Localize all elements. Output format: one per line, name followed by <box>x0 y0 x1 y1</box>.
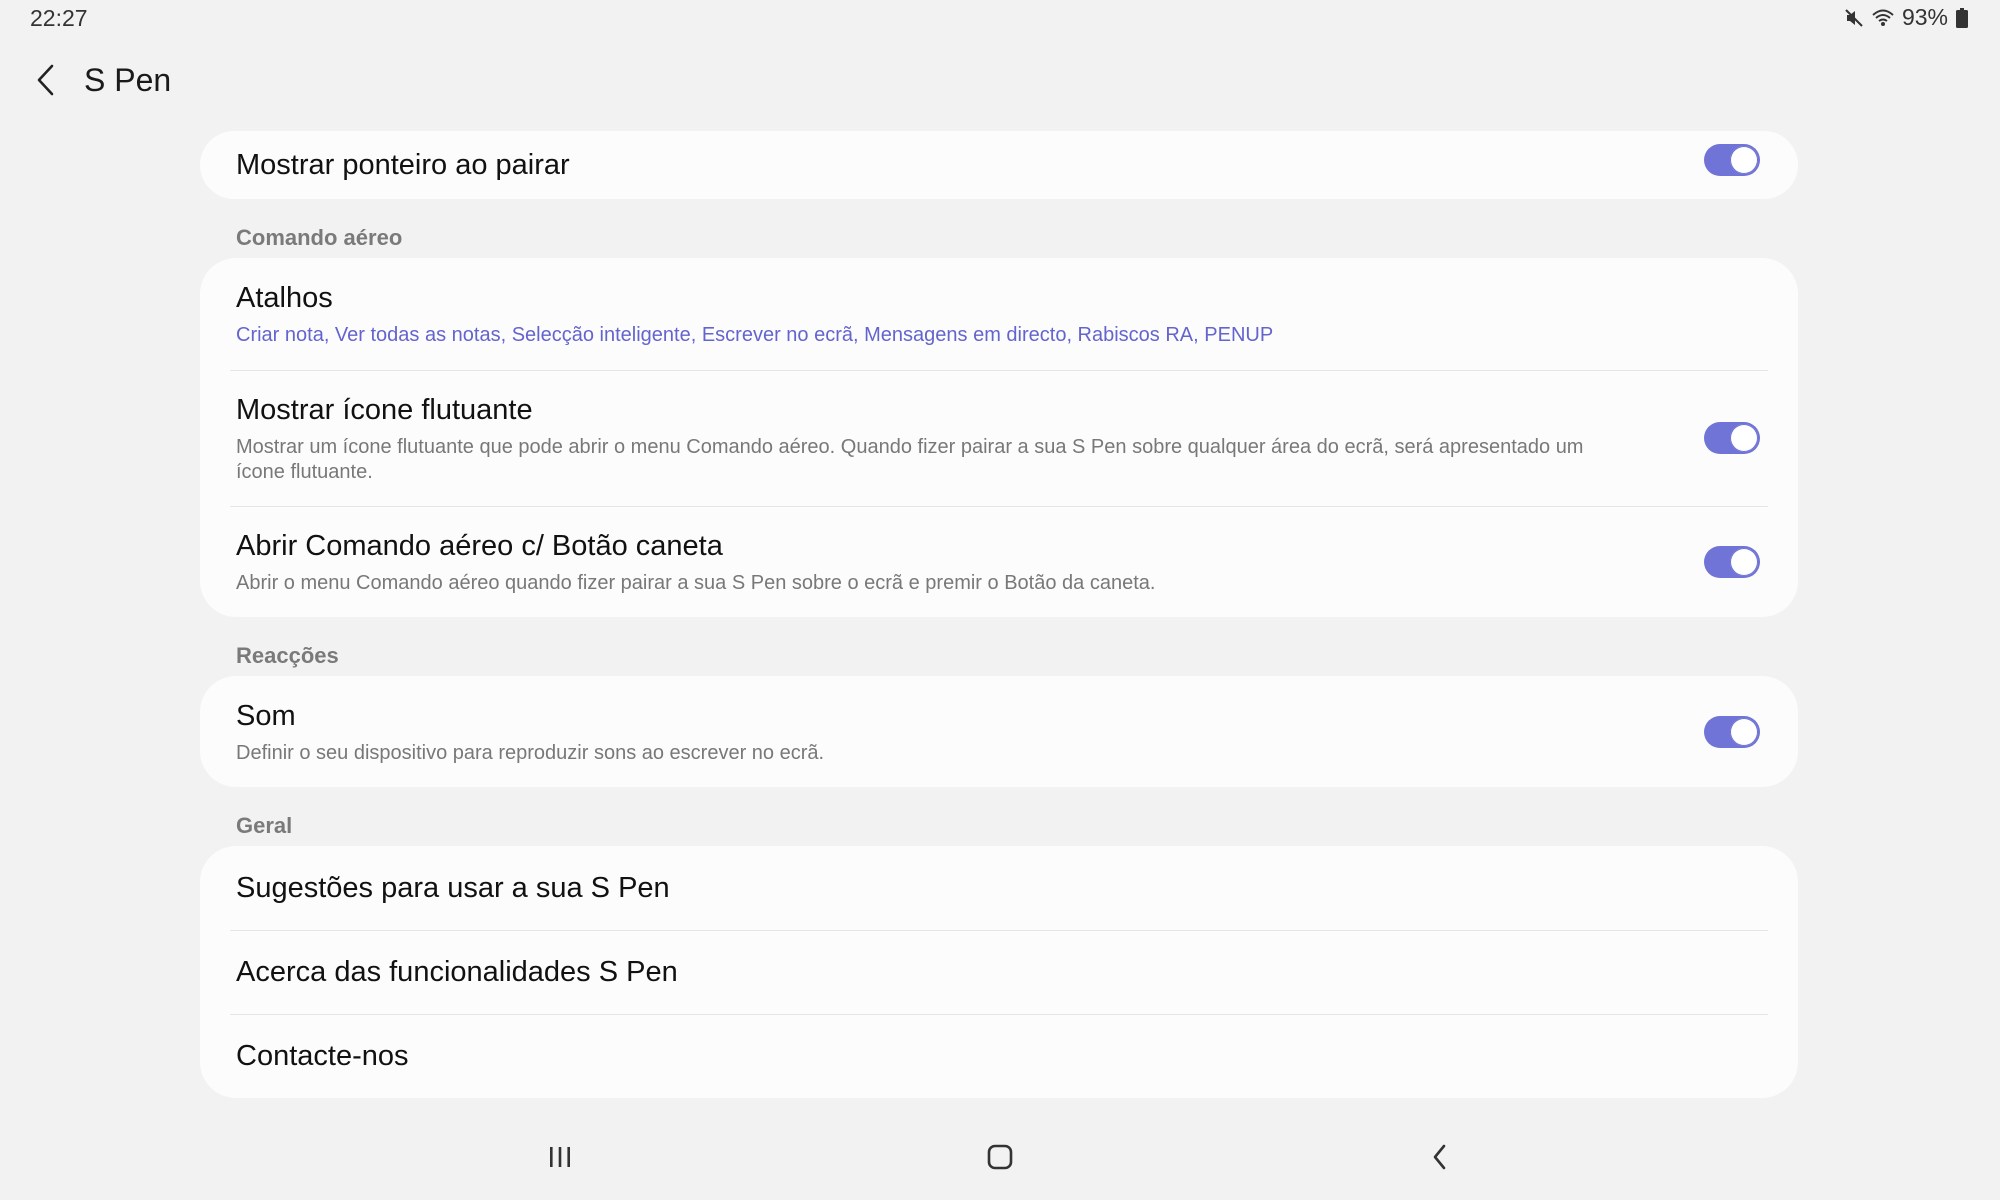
hover-pointer-row[interactable]: Mostrar ponteiro ao pairar <box>200 131 1798 199</box>
shortcuts-text: Atalhos Criar nota, Ver todas as notas, … <box>236 280 1760 348</box>
hover-pointer-toggle[interactable] <box>1704 144 1760 176</box>
section-header-air-command: Comando aéreo <box>236 225 403 250</box>
status-icons: 93% <box>1844 4 1968 31</box>
toggle-knob <box>1730 146 1758 174</box>
general-card: Sugestões para usar a sua S Pen Acerca d… <box>200 846 1798 1098</box>
pen-button-title: Abrir Comando aéreo c/ Botão caneta <box>236 529 723 562</box>
sound-text: Som Definir o seu dispositivo para repro… <box>236 698 1684 766</box>
back-arrow-icon[interactable] <box>18 52 74 108</box>
navigation-bar <box>0 1122 2000 1200</box>
status-bar: 22:27 93% <box>0 0 2000 38</box>
floating-icon-row[interactable]: Mostrar ícone flutuante Mostrar um ícone… <box>200 370 1798 506</box>
about-title: Acerca das funcionalidades S Pen <box>236 956 678 988</box>
pen-button-summary: Abrir o menu Comando aéreo quando fizer … <box>236 571 1156 594</box>
shortcuts-title: Atalhos <box>236 282 333 314</box>
pen-button-toggle[interactable] <box>1704 545 1760 578</box>
back-icon[interactable] <box>1410 1132 1470 1182</box>
floating-icon-title: Mostrar ícone flutuante <box>236 393 533 426</box>
shortcuts-row[interactable]: Atalhos Criar nota, Ver todas as notas, … <box>200 258 1798 370</box>
about-row[interactable]: Acerca das funcionalidades S Pen <box>200 930 1798 1014</box>
section-header-general: Geral <box>236 813 293 838</box>
sound-title: Som <box>236 699 296 732</box>
hover-pointer-card: Mostrar ponteiro ao pairar <box>200 131 1798 199</box>
sound-toggle[interactable] <box>1704 715 1760 748</box>
page-title: S Pen <box>84 61 172 98</box>
toggle-knob <box>1730 424 1758 452</box>
contact-row[interactable]: Contacte-nos <box>200 1014 1798 1098</box>
home-icon[interactable] <box>970 1132 1030 1182</box>
battery-percent: 93% <box>1901 4 1948 30</box>
air-command-card: Atalhos Criar nota, Ver todas as notas, … <box>200 258 1798 617</box>
sound-row[interactable]: Som Definir o seu dispositivo para repro… <box>200 676 1798 787</box>
floating-icon-toggle[interactable] <box>1704 422 1760 454</box>
app-header: S Pen <box>0 52 171 108</box>
tips-row[interactable]: Sugestões para usar a sua S Pen <box>200 846 1798 930</box>
floating-icon-summary: Mostrar um ícone flutuante que pode abri… <box>236 435 1584 483</box>
recent-apps-icon[interactable] <box>530 1132 590 1182</box>
hover-pointer-title: Mostrar ponteiro ao pairar <box>236 149 570 181</box>
toggle-knob <box>1730 717 1758 746</box>
floating-icon-text: Mostrar ícone flutuante Mostrar um ícone… <box>236 392 1684 485</box>
pen-button-row[interactable]: Abrir Comando aéreo c/ Botão caneta Abri… <box>200 506 1798 617</box>
tips-title: Sugestões para usar a sua S Pen <box>236 872 670 904</box>
battery-icon <box>1956 7 1968 28</box>
hover-pointer-text: Mostrar ponteiro ao pairar <box>236 147 1684 183</box>
status-time: 22:27 <box>30 5 88 31</box>
sound-summary: Definir o seu dispositivo para reproduzi… <box>236 741 825 764</box>
shortcuts-summary: Criar nota, Ver todas as notas, Selecção… <box>236 324 1274 346</box>
section-header-feedback: Reacções <box>236 643 339 668</box>
wifi-icon <box>1872 8 1894 28</box>
contact-title: Contacte-nos <box>236 1040 409 1072</box>
toggle-knob <box>1730 547 1758 576</box>
mute-icon <box>1844 8 1864 28</box>
settings-content: Mostrar ponteiro ao pairar Comando aéreo… <box>200 131 1798 1098</box>
feedback-card: Som Definir o seu dispositivo para repro… <box>200 676 1798 787</box>
pen-button-text: Abrir Comando aéreo c/ Botão caneta Abri… <box>236 528 1684 596</box>
